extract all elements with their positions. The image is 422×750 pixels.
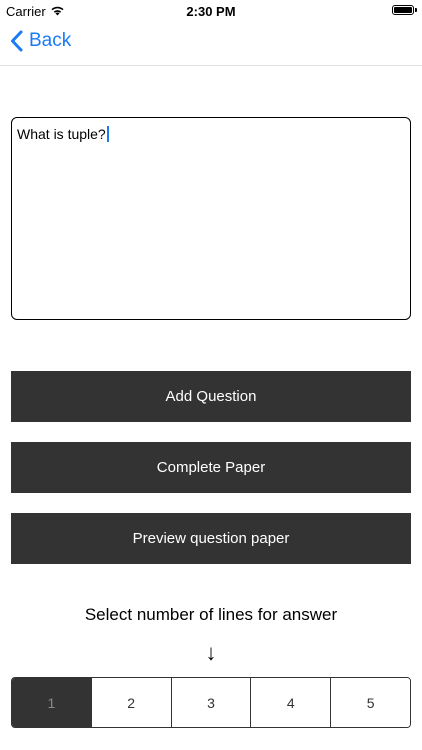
complete-paper-button[interactable]: Complete Paper xyxy=(11,442,411,493)
back-button[interactable]: Back xyxy=(10,30,71,52)
text-caret xyxy=(106,126,109,142)
question-textarea[interactable]: What is tuple? xyxy=(11,117,411,320)
battery-icon xyxy=(392,5,414,15)
segment-2[interactable]: 2 xyxy=(90,678,171,727)
add-question-button[interactable]: Add Question xyxy=(11,371,411,422)
down-arrow-icon: ↓ xyxy=(205,640,217,665)
nav-bar: Back xyxy=(0,22,422,66)
status-time: 2:30 PM xyxy=(186,4,236,19)
chevron-left-icon xyxy=(11,30,23,52)
preview-question-paper-button[interactable]: Preview question paper xyxy=(11,513,411,564)
battery-cap xyxy=(415,8,417,12)
segment-1[interactable]: 1 xyxy=(12,678,91,727)
lines-segmented-control: 1 2 3 4 5 xyxy=(11,677,411,728)
select-lines-label: Select number of lines for answer xyxy=(84,605,338,624)
segment-5[interactable]: 5 xyxy=(330,678,410,727)
segment-4[interactable]: 4 xyxy=(250,678,331,727)
back-label: Back xyxy=(29,30,72,51)
status-bar: Carrier 2:30 PM xyxy=(0,0,422,22)
question-text: What is tuple? xyxy=(17,126,106,142)
segment-3[interactable]: 3 xyxy=(170,678,251,727)
